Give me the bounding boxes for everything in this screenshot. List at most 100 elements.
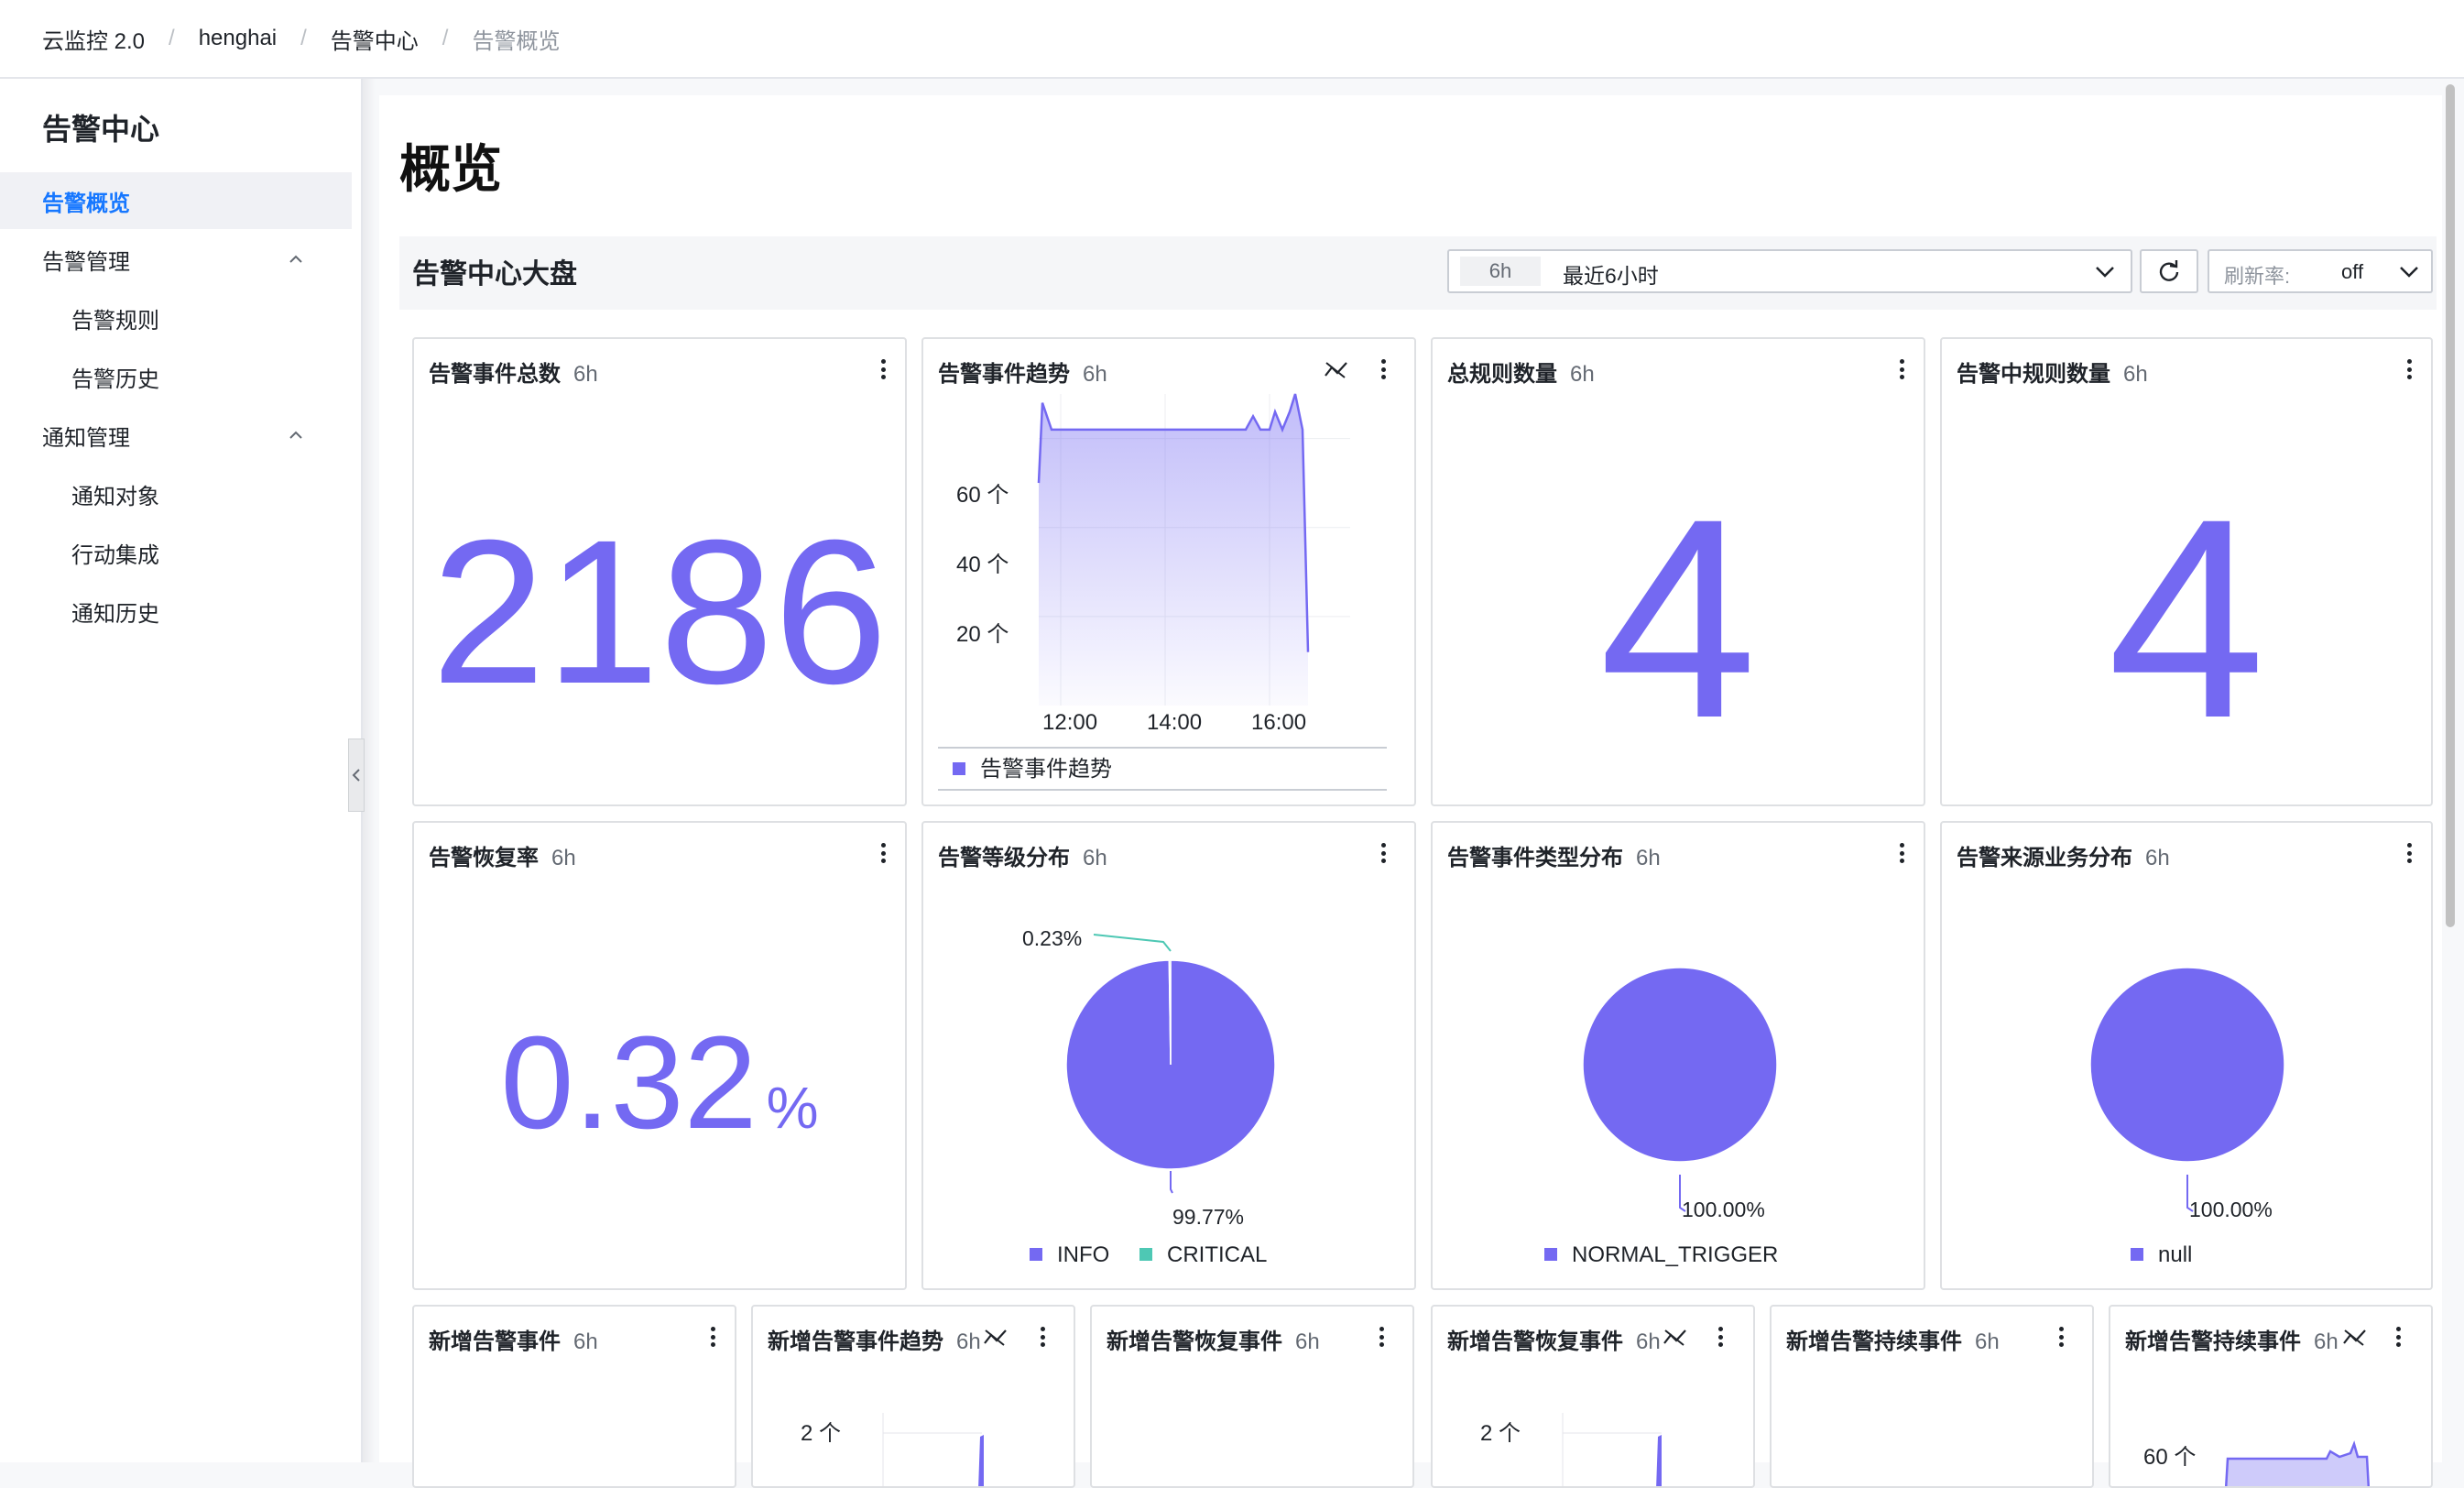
chevron-up-icon	[289, 255, 302, 263]
trend-line	[1656, 1435, 1662, 1486]
label-leader-line	[1170, 1171, 1173, 1194]
y-tick-label: 2 个	[801, 1421, 841, 1446]
sidebar-item-label: 告警历史	[71, 367, 159, 392]
panel-total-rules: 总规则数量 6h 4	[1431, 337, 1925, 806]
pie-slice-normal-trigger[interactable]	[1582, 967, 1778, 1163]
sidebar-item-notify-management[interactable]: 通知管理	[0, 407, 352, 464]
mini-trend-chart: 60 个	[2143, 1440, 2371, 1486]
page-scrollbar[interactable]	[2446, 84, 2455, 927]
panel-new-ongoing-trend: 新增告警持续事件 6h 60 个	[2109, 1305, 2433, 1488]
legend-label[interactable]: 告警事件趋势	[980, 757, 1112, 782]
sidebar-item-label: 告警管理	[42, 249, 130, 275]
panel-new-events: 新增告警事件 6h	[412, 1305, 736, 1488]
time-range-label: 最近6小时	[1563, 264, 1659, 288]
level-pie-chart: 0.23% 99.77% INFO CRITICAL	[1022, 926, 1276, 1267]
sidebar-item-label: 告警规则	[71, 308, 159, 334]
trend-area	[1039, 394, 1308, 706]
refresh-button[interactable]	[2140, 249, 2198, 293]
recovery-rate-unit: %	[766, 1075, 819, 1141]
sidebar-item-label: 通知管理	[42, 425, 130, 451]
panel-source-distribution: 告警来源业务分布 6h 100.00% null	[1940, 821, 2433, 1290]
sidebar-title: 告警中心	[42, 113, 160, 146]
panel-title: 新增告警持续事件	[1786, 1329, 1962, 1354]
pie-slices	[1065, 959, 1276, 1170]
panel-type-distribution: 告警事件类型分布 6h 100.00% NORMAL_TRIGGER	[1431, 821, 1925, 1290]
refresh-rate-label: 刷新率:	[2224, 265, 2291, 288]
pie-label: 0.23%	[1022, 926, 1082, 950]
sidebar-item-notify-targets[interactable]: 通知对象	[0, 465, 352, 522]
source-pie-chart: 100.00% null	[2089, 967, 2285, 1267]
legend-swatch	[1139, 1248, 1152, 1261]
breadcrumb-separator: /	[169, 26, 175, 50]
panel-title: 告警事件总数	[429, 362, 561, 387]
pie-slices	[1582, 967, 1778, 1163]
panel-recovery-rate: 告警恢复率 6h 0.32%	[412, 821, 907, 1290]
pie-slice-null[interactable]	[2089, 967, 2285, 1163]
breadcrumb-separator: /	[300, 26, 307, 50]
sidebar-item-alert-history[interactable]: 告警历史	[0, 348, 352, 405]
more-options-icon[interactable]	[1891, 356, 1913, 383]
refresh-icon	[2159, 260, 2179, 281]
pie-label: 99.77%	[1172, 1205, 1244, 1229]
legend-label[interactable]: CRITICAL	[1167, 1242, 1267, 1267]
legend-swatch	[1544, 1248, 1557, 1261]
sidebar-item-label: 通知历史	[71, 601, 159, 627]
alerting-rules-value: 4	[2107, 459, 2266, 777]
more-options-icon[interactable]	[2398, 356, 2420, 383]
total-rules-value: 4	[1598, 459, 1758, 777]
breadcrumb-item-alert-center[interactable]: 告警中心	[331, 23, 419, 55]
time-range-badge: 6h	[1460, 257, 1541, 286]
sidebar-item-overview[interactable]: 告警概览	[0, 172, 352, 229]
legend-label[interactable]: NORMAL_TRIGGER	[1572, 1242, 1778, 1267]
more-options-icon[interactable]	[702, 1323, 724, 1351]
chevron-left-icon	[352, 769, 360, 782]
breadcrumb-item-current: 告警概览	[472, 28, 561, 54]
more-options-icon[interactable]	[2050, 1323, 2072, 1351]
label-leader-line	[1093, 934, 1172, 952]
pie-label: 100.00%	[2189, 1198, 2273, 1221]
panel-new-recovery: 新增告警恢复事件 6h	[1090, 1305, 1414, 1488]
sidebar: 告警中心 告警概览 告警管理 告警规则 告警历史 通知管理 通知对象 行动集成 …	[0, 79, 363, 1462]
panel-range: 6h	[573, 362, 598, 387]
y-tick-label: 60 个	[2143, 1445, 2196, 1470]
sidebar-item-action-integration[interactable]: 行动集成	[0, 524, 352, 581]
pie-slices	[2089, 967, 2285, 1163]
panel-range: 6h	[1975, 1329, 2000, 1354]
sidebar-item-notify-history[interactable]: 通知历史	[0, 583, 352, 640]
sidebar-item-label: 行动集成	[71, 542, 159, 568]
more-options-icon[interactable]	[1370, 1323, 1392, 1351]
panel-level-distribution: 告警等级分布 6h 0.23% 99.77% INFO CRITICAL	[921, 821, 1416, 1290]
panel-title: 新增告警事件	[429, 1329, 561, 1354]
page-title: 概览	[399, 140, 502, 198]
legend-label[interactable]: null	[2158, 1242, 2192, 1267]
y-tick-label: 60 个	[956, 483, 1008, 508]
refresh-rate-select[interactable]: 刷新率: off	[2208, 249, 2433, 293]
mini-trend-chart: 2 个	[1480, 1413, 1662, 1486]
sidebar-item-label: 告警概览	[42, 191, 130, 216]
sidebar-item-alert-rules[interactable]: 告警规则	[0, 290, 352, 346]
more-options-icon[interactable]	[872, 356, 894, 383]
trend-area	[2226, 1444, 2369, 1486]
panel-new-recovery-trend: 新增告警恢复事件 6h 2 个	[1431, 1305, 1755, 1488]
recovery-rate-value: 0.32	[500, 1009, 758, 1156]
legend-label[interactable]: INFO	[1057, 1242, 1109, 1267]
more-options-icon[interactable]	[872, 839, 894, 867]
chevron-down-icon	[2096, 267, 2114, 278]
refresh-rate-value: off	[2341, 260, 2364, 283]
dashboard-title: 告警中心大盘	[412, 259, 577, 290]
breadcrumb-item-project[interactable]: henghai	[199, 26, 277, 51]
sidebar-item-alert-management[interactable]: 告警管理	[0, 231, 352, 288]
panel-title: 告警中规则数量	[1957, 362, 2110, 387]
panel-range: 6h	[1570, 362, 1595, 387]
sidebar-divider	[363, 79, 376, 1462]
x-tick-label: 14:00	[1147, 710, 1202, 735]
sidebar-collapse-handle[interactable]	[348, 739, 365, 812]
breadcrumb-item-cloudmonitor[interactable]: 云监控 2.0	[42, 23, 145, 55]
mini-trend-chart: 2 个	[801, 1413, 984, 1486]
chevron-up-icon	[289, 431, 302, 439]
panel-range: 6h	[2123, 362, 2148, 387]
panel-alerting-rules: 告警中规则数量 6h 4	[1940, 337, 2433, 806]
breadcrumb-separator: /	[442, 26, 449, 50]
total-events-value: 2186	[431, 498, 889, 727]
time-range-select[interactable]: 6h 最近6小时	[1447, 249, 2132, 293]
